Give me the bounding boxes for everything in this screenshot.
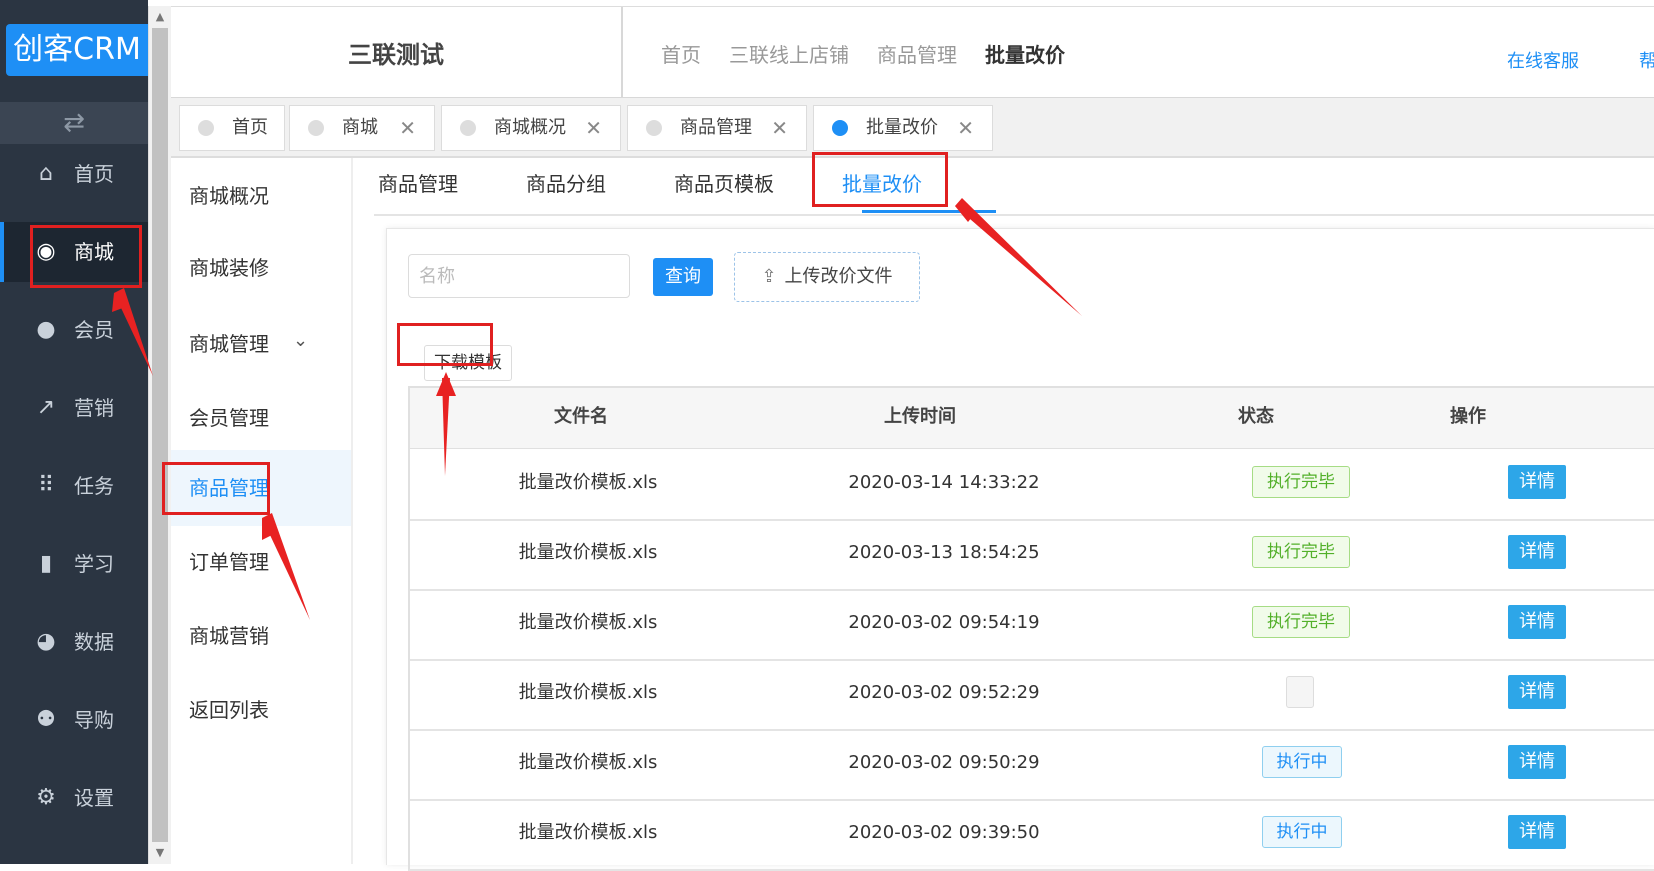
annotation-arrow [955,198,1082,316]
annotation-arrows [112,198,1082,620]
annotation-arrow [436,372,456,396]
